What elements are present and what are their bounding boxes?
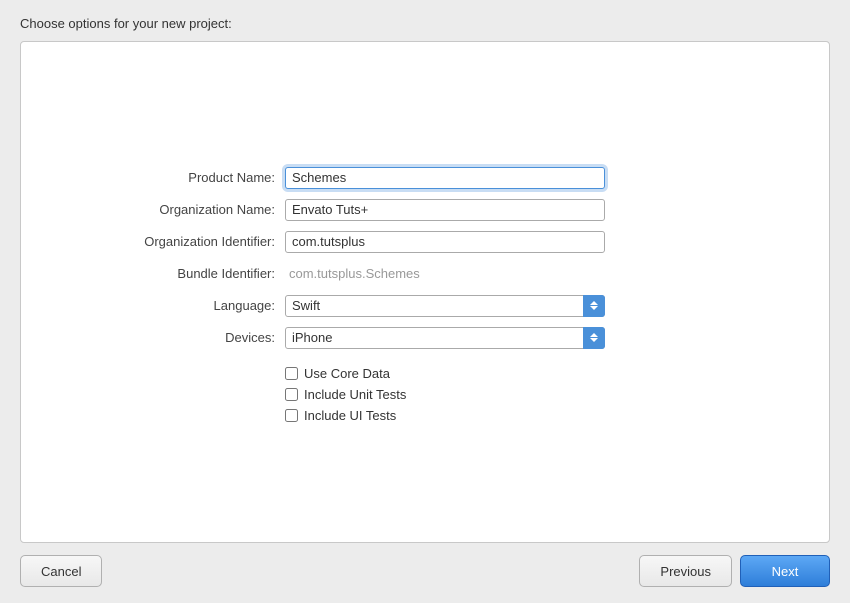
main-content: Product Name: Organization Name: Organiz…	[0, 41, 850, 543]
product-name-label: Product Name:	[85, 162, 285, 194]
footer-right: Previous Next	[639, 555, 830, 587]
include-unit-tests-row: Include Unit Tests	[285, 387, 765, 402]
language-select-wrapper: Swift Objective-C	[285, 295, 605, 317]
include-unit-tests-checkbox[interactable]	[285, 388, 298, 401]
form-table: Product Name: Organization Name: Organiz…	[85, 162, 765, 423]
devices-field-cell: iPhone iPad Universal	[285, 322, 765, 354]
language-row: Language: Swift Objective-C	[85, 290, 765, 322]
cancel-button[interactable]: Cancel	[20, 555, 102, 587]
language-label: Language:	[85, 290, 285, 322]
bundle-id-label: Bundle Identifier:	[85, 258, 285, 290]
devices-label: Devices:	[85, 322, 285, 354]
checkboxes-row: Use Core Data Include Unit Tests Include…	[85, 354, 765, 423]
include-ui-tests-label: Include UI Tests	[304, 408, 396, 423]
bundle-id-value: com.tutsplus.Schemes	[285, 266, 420, 281]
include-ui-tests-checkbox[interactable]	[285, 409, 298, 422]
checkboxes-empty-label	[85, 354, 285, 423]
product-name-row: Product Name:	[85, 162, 765, 194]
devices-select[interactable]: iPhone iPad Universal	[285, 327, 605, 349]
checkboxes-cell: Use Core Data Include Unit Tests Include…	[285, 354, 765, 423]
org-identifier-field-cell	[285, 226, 765, 258]
use-core-data-checkbox[interactable]	[285, 367, 298, 380]
product-name-field-cell	[285, 162, 765, 194]
form-panel: Product Name: Organization Name: Organiz…	[20, 41, 830, 543]
bundle-id-field-cell: com.tutsplus.Schemes	[285, 258, 765, 290]
devices-select-wrapper: iPhone iPad Universal	[285, 327, 605, 349]
include-ui-tests-row: Include UI Tests	[285, 408, 765, 423]
org-identifier-input[interactable]	[285, 231, 605, 253]
org-name-input[interactable]	[285, 199, 605, 221]
bundle-id-row: Bundle Identifier: com.tutsplus.Schemes	[85, 258, 765, 290]
footer: Cancel Previous Next	[0, 543, 850, 603]
devices-row: Devices: iPhone iPad Universal	[85, 322, 765, 354]
org-name-row: Organization Name:	[85, 194, 765, 226]
include-unit-tests-label: Include Unit Tests	[304, 387, 406, 402]
org-name-label: Organization Name:	[85, 194, 285, 226]
org-name-field-cell	[285, 194, 765, 226]
use-core-data-label: Use Core Data	[304, 366, 390, 381]
previous-button[interactable]: Previous	[639, 555, 732, 587]
language-select[interactable]: Swift Objective-C	[285, 295, 605, 317]
use-core-data-row: Use Core Data	[285, 366, 765, 381]
language-field-cell: Swift Objective-C	[285, 290, 765, 322]
next-button[interactable]: Next	[740, 555, 830, 587]
product-name-input[interactable]	[285, 167, 605, 189]
org-identifier-label: Organization Identifier:	[85, 226, 285, 258]
org-identifier-row: Organization Identifier:	[85, 226, 765, 258]
dialog-title: Choose options for your new project:	[0, 0, 850, 41]
